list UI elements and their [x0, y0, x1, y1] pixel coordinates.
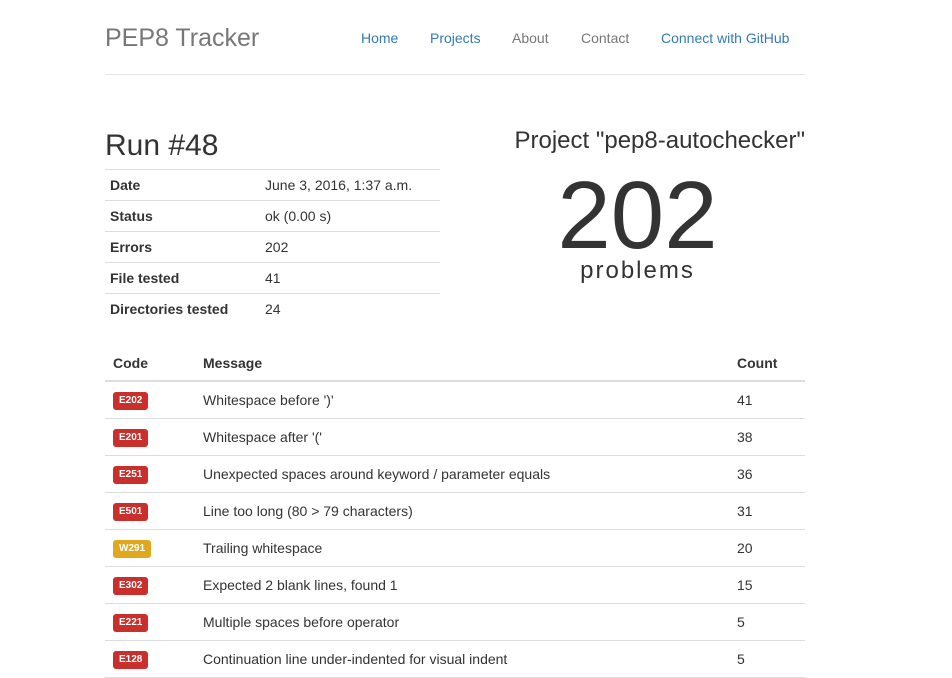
run-info-value: 202	[260, 231, 440, 263]
header-code: Code	[105, 346, 195, 382]
code-badge: E501	[113, 503, 149, 521]
run-info-table: Date June 3, 2016, 1:37 a.m. Status ok (0.0…	[105, 169, 440, 324]
code-badge: E201	[113, 429, 149, 447]
code-badge: E128	[113, 651, 149, 669]
code-cell: E202	[105, 381, 195, 419]
table-row: E201 Whitespace after '(' 38	[105, 418, 805, 456]
header-divider	[105, 74, 805, 75]
brand-link[interactable]: PEP8 Tracker	[105, 20, 259, 56]
problem-label: problems	[580, 257, 695, 284]
nav-connect-github[interactable]: Connect with GitHub	[661, 28, 789, 48]
table-row: E221 Multiple spaces before operator 5	[105, 603, 805, 641]
code-badge: E202	[113, 392, 149, 410]
code-cell: E221	[105, 603, 195, 641]
code-cell: W291	[105, 529, 195, 567]
run-info-key: File tested	[105, 262, 260, 294]
code-badge: E302	[113, 577, 149, 595]
count-cell: 5	[729, 603, 805, 641]
code-cell: E501	[105, 492, 195, 530]
run-info-key: Status	[105, 200, 260, 232]
project-title: Project "pep8-autochecker"	[514, 127, 805, 154]
code-badge: W291	[113, 540, 152, 558]
count-cell: 36	[729, 455, 805, 493]
run-info-row: Status ok (0.00 s)	[105, 200, 440, 232]
code-cell: E128	[105, 640, 195, 678]
errors-table-header: Code Message Count	[105, 346, 805, 382]
errors-table: Code Message Count E202 Whitespace before…	[105, 346, 805, 678]
problem-count: 202	[557, 162, 718, 269]
message-cell: Expected 2 blank lines, found 1	[195, 566, 729, 604]
nav-home[interactable]: Home	[361, 28, 398, 48]
header-message: Message	[195, 346, 729, 382]
run-info-value: 41	[260, 262, 440, 294]
nav-projects[interactable]: Projects	[430, 28, 481, 48]
count-cell: 15	[729, 566, 805, 604]
code-cell: E251	[105, 455, 195, 493]
nav-about[interactable]: About	[512, 28, 549, 48]
run-info-value: 24	[260, 293, 440, 324]
message-cell: Whitespace after '('	[195, 418, 729, 456]
header-count: Count	[729, 346, 805, 382]
run-info-value: ok (0.00 s)	[260, 200, 440, 232]
count-cell: 5	[729, 640, 805, 678]
run-info-key: Date	[105, 169, 260, 201]
run-info-row: Date June 3, 2016, 1:37 a.m.	[105, 169, 440, 201]
run-info-key: Directories tested	[105, 293, 260, 324]
code-cell: E201	[105, 418, 195, 456]
run-info-key: Errors	[105, 231, 260, 263]
run-info-row: Directories tested 24	[105, 293, 440, 324]
table-row: E128 Continuation line under-indented for…	[105, 640, 805, 678]
code-cell: E302	[105, 566, 195, 604]
code-badge: E221	[113, 614, 149, 632]
message-cell: Unexpected spaces around keyword / param…	[195, 455, 729, 493]
message-cell: Line too long (80 > 79 characters)	[195, 492, 729, 530]
message-cell: Whitespace before ')'	[195, 381, 729, 419]
table-row: W291 Trailing whitespace 20	[105, 529, 805, 567]
run-info-value: June 3, 2016, 1:37 a.m.	[260, 169, 440, 201]
table-row: E501 Line too long (80 > 79 characters) 31	[105, 492, 805, 530]
count-cell: 31	[729, 492, 805, 530]
run-info-row: File tested 41	[105, 262, 440, 294]
message-cell: Continuation line under-indented for vis…	[195, 640, 729, 678]
table-row: E302 Expected 2 blank lines, found 1 15	[105, 566, 805, 604]
count-cell: 41	[729, 381, 805, 419]
table-row: E251 Unexpected spaces around keyword / p…	[105, 455, 805, 493]
code-badge: E251	[113, 466, 149, 484]
nav-contact[interactable]: Contact	[581, 28, 629, 48]
run-info-row: Errors 202	[105, 231, 440, 263]
message-cell: Trailing whitespace	[195, 529, 729, 567]
table-row: E202 Whitespace before ')' 41	[105, 381, 805, 419]
run-title: Run #48	[105, 129, 219, 162]
count-cell: 38	[729, 418, 805, 456]
message-cell: Multiple spaces before operator	[195, 603, 729, 641]
count-cell: 20	[729, 529, 805, 567]
